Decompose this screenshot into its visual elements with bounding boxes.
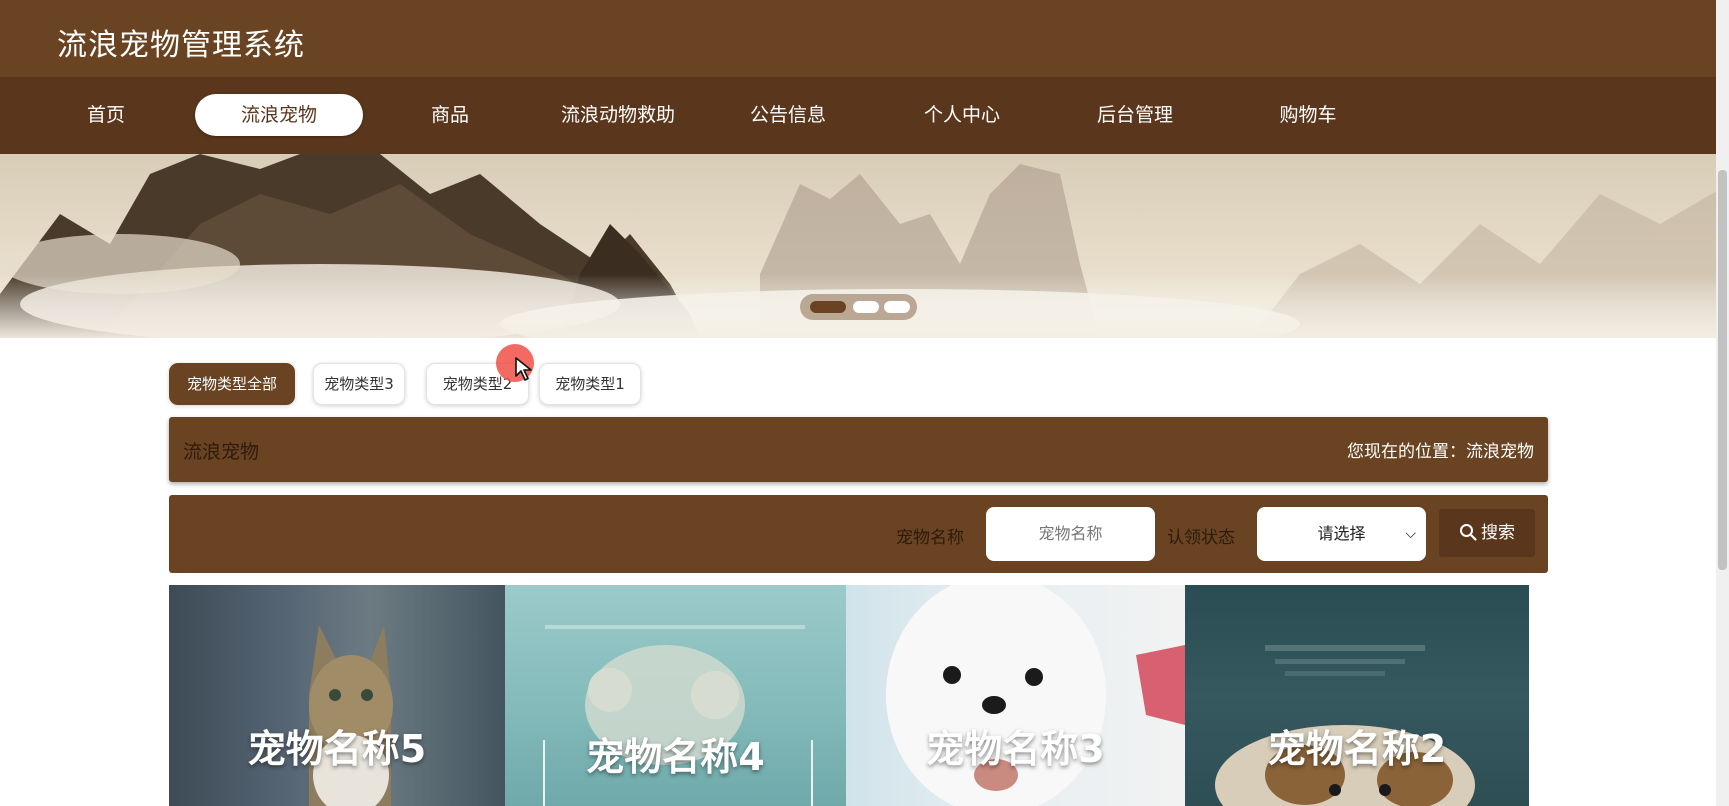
adoption-status-label: 认领状态 bbox=[1167, 528, 1235, 548]
nav-item-home[interactable]: 首页 bbox=[70, 94, 142, 136]
nav-item-admin[interactable]: 后台管理 bbox=[1085, 94, 1185, 136]
nav-item-announcements[interactable]: 公告信息 bbox=[738, 94, 838, 136]
carousel-indicators bbox=[800, 294, 917, 320]
category-type-1[interactable]: 宠物类型1 bbox=[539, 363, 641, 405]
carousel-dot-3[interactable] bbox=[884, 301, 910, 313]
category-type-3[interactable]: 宠物类型3 bbox=[313, 363, 405, 405]
nav-item-cart[interactable]: 购物车 bbox=[1268, 94, 1348, 136]
section-title: 流浪宠物 bbox=[183, 441, 260, 463]
chevron-down-icon: ⌵ bbox=[1405, 526, 1416, 542]
nav-item-products[interactable]: 商品 bbox=[414, 94, 486, 136]
category-all[interactable]: 宠物类型全部 bbox=[169, 363, 295, 405]
section-title-bar: 流浪宠物 您现在的位置：流浪宠物 bbox=[169, 417, 1548, 482]
site-header: 流浪宠物管理系统 bbox=[0, 0, 1729, 77]
pet-card[interactable]: 宠物名称3 bbox=[846, 585, 1185, 806]
pet-name: 宠物名称2 bbox=[1267, 727, 1447, 771]
cursor-pointer-icon bbox=[515, 357, 532, 381]
nav-item-personal-center[interactable]: 个人中心 bbox=[912, 94, 1012, 136]
pet-card[interactable]: 宠物名称4 bbox=[505, 585, 846, 806]
adoption-status-select[interactable]: 请选择 ⌵ bbox=[1257, 507, 1426, 561]
pet-name-label: 宠物名称 bbox=[896, 528, 964, 548]
pet-name-input[interactable]: 宠物名称 bbox=[986, 507, 1155, 561]
adoption-status-value: 请选择 bbox=[1317, 524, 1366, 543]
pet-name: 宠物名称5 bbox=[247, 727, 427, 771]
search-bar: 宠物名称 宠物名称 认领状态 请选择 ⌵ 搜索 bbox=[169, 495, 1548, 573]
scrollbar-thumb[interactable] bbox=[1718, 170, 1727, 570]
breadcrumb: 您现在的位置：流浪宠物 bbox=[1347, 442, 1534, 462]
site-title: 流浪宠物管理系统 bbox=[57, 28, 305, 63]
nav-item-stray-pets[interactable]: 流浪宠物 bbox=[195, 94, 363, 136]
search-icon bbox=[1460, 524, 1477, 541]
carousel-dot-1[interactable] bbox=[810, 301, 846, 313]
search-button-label: 搜索 bbox=[1481, 523, 1515, 543]
search-button[interactable]: 搜索 bbox=[1439, 509, 1535, 557]
carousel-dot-2[interactable] bbox=[853, 301, 879, 313]
pet-name: 宠物名称4 bbox=[586, 735, 765, 779]
page: 流浪宠物管理系统 首页 流浪宠物 商品 流浪动物救助 公告信息 个人中心 后台管… bbox=[0, 0, 1729, 806]
main-nav: 首页 流浪宠物 商品 流浪动物救助 公告信息 个人中心 后台管理 购物车 bbox=[0, 77, 1729, 154]
pet-card[interactable]: 宠物名称2 bbox=[1185, 585, 1529, 806]
pet-name: 宠物名称3 bbox=[926, 727, 1105, 771]
nav-item-rescue[interactable]: 流浪动物救助 bbox=[550, 94, 686, 136]
pet-card[interactable]: 宠物名称5 bbox=[169, 585, 505, 806]
page-scrollbar[interactable] bbox=[1716, 0, 1729, 806]
